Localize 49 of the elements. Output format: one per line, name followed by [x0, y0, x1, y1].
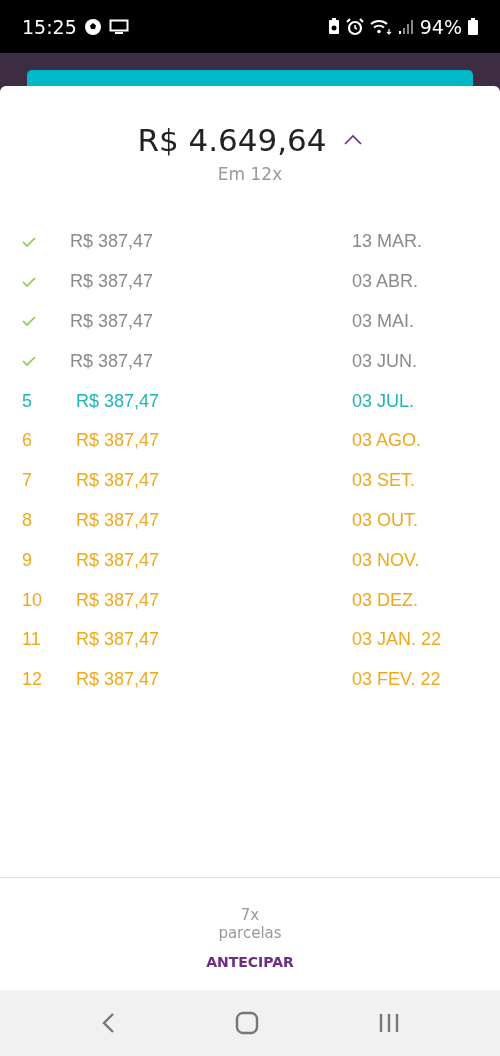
installment-amount: R$ 387,47	[70, 271, 155, 293]
due-date: 03 JAN. 22	[352, 629, 442, 651]
due-date: 13 MAR.	[352, 231, 423, 253]
due-date: 03 AGO.	[352, 430, 422, 452]
total-amount: R$ 4.649,64	[137, 122, 327, 158]
installment-number: 8	[22, 509, 32, 531]
monitor-icon	[108, 18, 129, 35]
due-date: 03 JUL.	[352, 390, 415, 412]
installment-amount: R$ 387,47	[76, 430, 161, 452]
anticipate-button[interactable]: ANTECIPAR	[202, 952, 298, 972]
due-date: 03 FEV. 22	[352, 669, 441, 691]
due-date: 03 NOV.	[352, 549, 420, 571]
installment-amount: R$ 387,47	[76, 470, 161, 492]
remaining-label: parcelas	[218, 924, 282, 942]
due-date: 03 ABR.	[352, 271, 419, 293]
installment-amount: R$ 387,47	[70, 311, 155, 332]
installment-amount: R$ 387,47	[70, 350, 155, 372]
due-date: 03 SET.	[352, 470, 416, 492]
due-date: 03 DEZ.	[352, 589, 419, 611]
battery-saver-icon	[327, 18, 340, 35]
chevron-icon[interactable]	[342, 134, 363, 146]
battery-percentage: 94%	[419, 15, 462, 38]
installment-amount: R$ 387,47	[76, 629, 161, 651]
remaining-count: 7x	[240, 906, 260, 924]
installment-amount: R$ 387,47	[76, 669, 161, 691]
installment-amount: R$ 387,47	[76, 509, 161, 531]
due-date: 03 JUN.	[352, 350, 418, 372]
installment-number: 6	[22, 430, 32, 452]
wifi-icon	[369, 18, 392, 35]
soccer-ball-icon	[83, 17, 102, 36]
battery-icon	[468, 18, 478, 35]
installment-number: 11	[22, 629, 41, 651]
installment-number: 5	[22, 390, 32, 412]
installment-amount: R$ 387,47	[76, 589, 161, 611]
installment-amount: R$ 387,47	[70, 231, 155, 253]
installment-number: 7	[22, 470, 32, 492]
alarm-icon	[345, 17, 364, 36]
due-date: 03 MAI.	[352, 311, 415, 332]
signal-icon	[397, 18, 414, 35]
installment-amount: R$ 387,47	[76, 390, 161, 412]
due-date: 03 OUT.	[352, 509, 419, 531]
status-time: 15:25	[22, 15, 77, 38]
installment-number: 10	[22, 589, 43, 611]
installment-number: 9	[22, 549, 32, 571]
home-icon[interactable]	[235, 1011, 259, 1035]
recent-apps-icon[interactable]	[378, 1013, 401, 1033]
installment-number: 12	[22, 669, 43, 691]
installment-count: Em 12x	[217, 164, 283, 184]
installment-amount: R$ 387,47	[76, 549, 161, 571]
